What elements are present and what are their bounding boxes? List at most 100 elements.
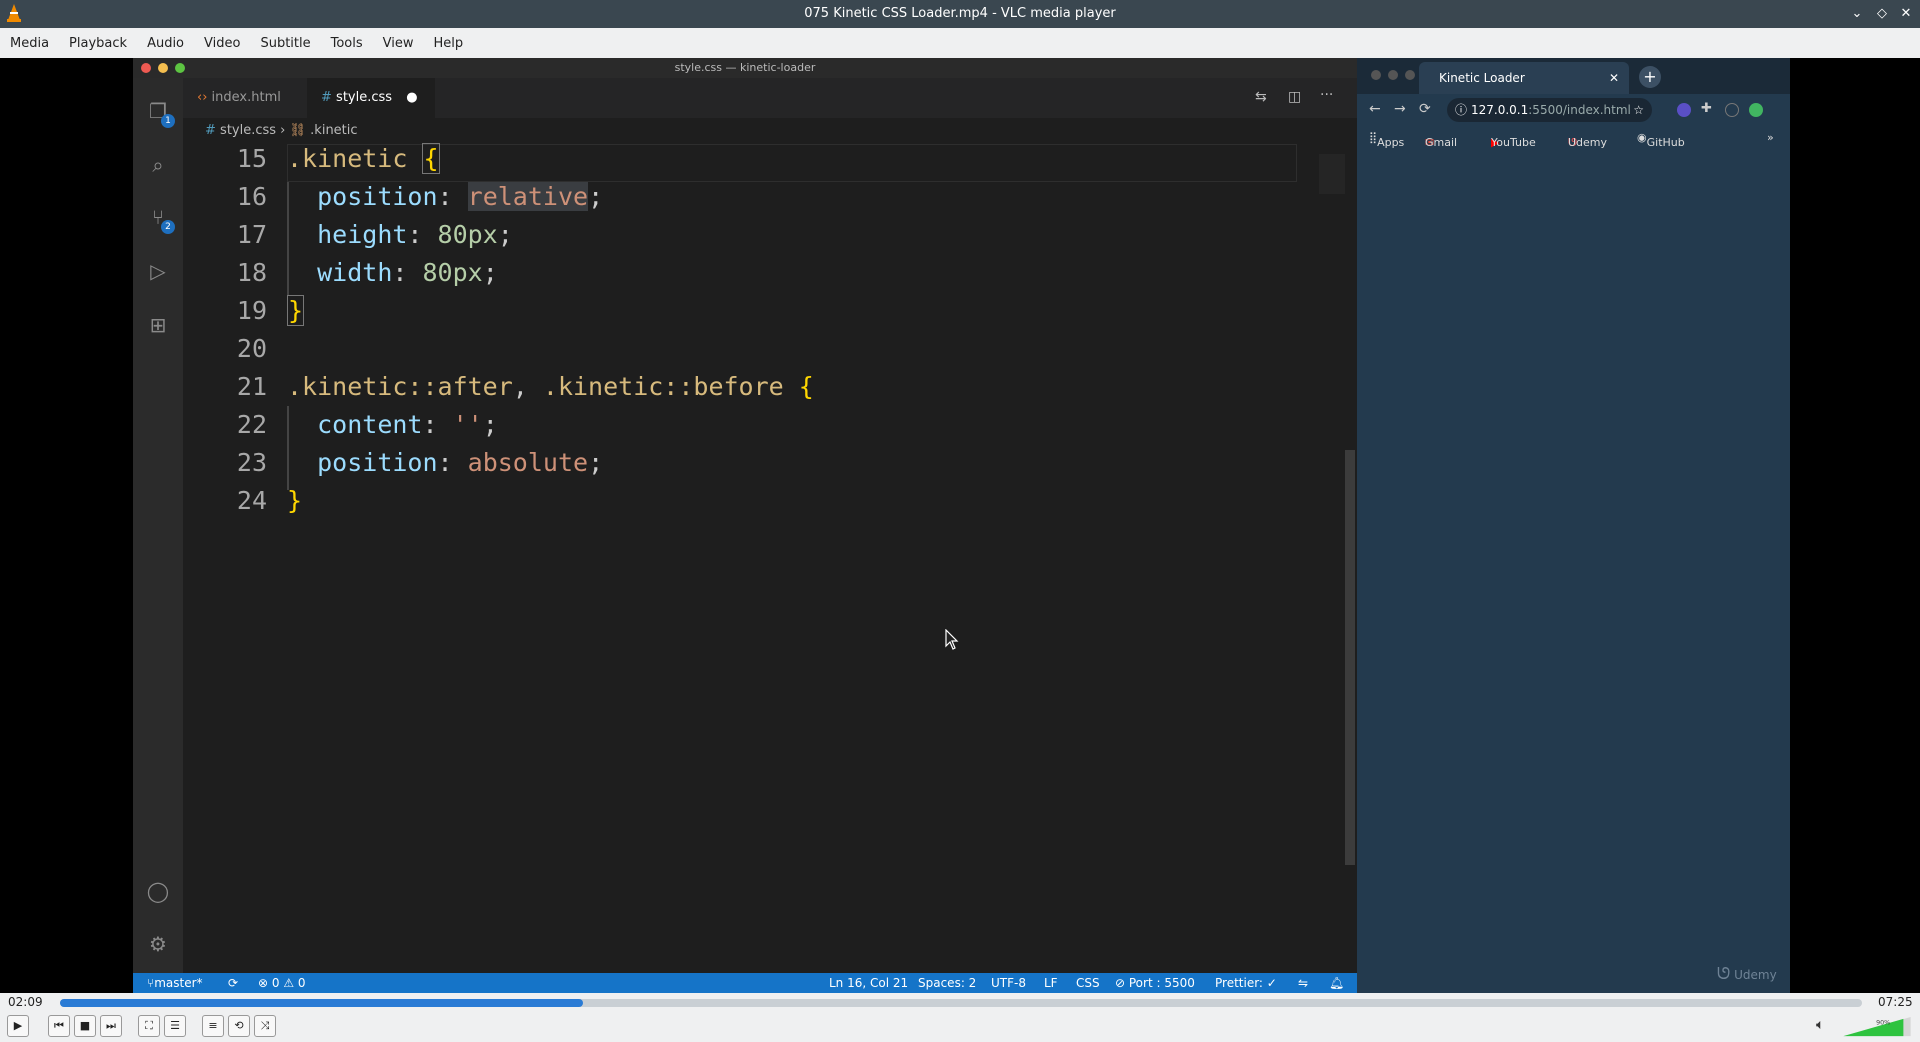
line-number: 24: [236, 486, 267, 515]
line-number: 19: [236, 296, 267, 325]
forward-icon: →: [1394, 101, 1406, 117]
minimize-button[interactable]: ⌄: [1847, 4, 1867, 24]
menu-tools[interactable]: Tools: [321, 36, 373, 51]
bookmark-star-icon: ☆: [1633, 103, 1644, 117]
mouse-cursor-icon: [945, 629, 959, 650]
elapsed-time: 02:09: [8, 995, 43, 1009]
prettier-status: Prettier: ✓: [1215, 976, 1277, 990]
playlist-button[interactable]: ≡: [202, 1015, 224, 1037]
breadcrumb: # style.css › ⛓ .kinetic: [183, 118, 1357, 144]
browser-tab: Kinetic Loader ✕: [1419, 62, 1629, 94]
tab-index-html: ‹› index.html: [197, 90, 281, 105]
code-line: .kinetic {: [287, 143, 440, 174]
line-number: 17: [236, 220, 267, 249]
language-mode: CSS: [1076, 976, 1100, 990]
udemy-watermark: ᘎ Udemy: [1717, 964, 1777, 983]
loop-button[interactable]: ⟲: [228, 1015, 250, 1037]
line-number: 23: [236, 448, 267, 477]
code-line: .kinetic::after, .kinetic::before {: [287, 372, 814, 401]
menu-video[interactable]: Video: [194, 36, 250, 51]
split-editor-icon: ◫: [1288, 89, 1302, 105]
stop-button[interactable]: ■: [74, 1015, 96, 1037]
window-titlebar: 075 Kinetic CSS Loader.mp4 - VLC media p…: [0, 0, 1920, 28]
editor-scrollbar: [1345, 450, 1355, 865]
profile-icon: [1725, 103, 1739, 117]
browser-window: Kinetic Loader ✕ + ← → ⟳ ⓘ 127.0.0.1:5500/…: [1357, 58, 1790, 993]
symbol-icon: ⛓: [289, 123, 307, 138]
shuffle-button[interactable]: ⤨: [254, 1015, 276, 1037]
playback-controls: ▶ ⏮ ■ ⏭ ⛶ ☰ ≡ ⟲ ⤨ 🔈︎ 90%: [0, 1013, 1920, 1042]
indentation: Spaces: 2: [918, 976, 977, 990]
volume-icon[interactable]: 🔈︎: [1816, 1017, 1824, 1033]
editor-tabs: ‹› index.html # style.css ● ⇆ ◫ ···: [183, 78, 1357, 118]
problems-count: ⊗ 0 ⚠ 0: [258, 976, 306, 990]
window-title: 075 Kinetic CSS Loader.mp4 - VLC media p…: [804, 6, 1116, 21]
play-button[interactable]: ▶: [7, 1015, 29, 1037]
more-actions-icon: ···: [1320, 87, 1334, 103]
menu-help[interactable]: Help: [424, 36, 474, 51]
status-bar: ⑂ master* ⟳ ⊗ 0 ⚠ 0 Ln 16, Col 21 Spaces…: [133, 973, 1357, 993]
run-debug-icon: ▷: [150, 259, 166, 283]
activity-bar: ❐ 1 ⌕ ⑂ 2 ▷ ⊞ ◯ ⚙: [133, 78, 183, 973]
extension-icon: [1677, 103, 1691, 117]
more-bookmarks-icon: »: [1767, 131, 1774, 144]
code-line: }: [287, 295, 305, 326]
maximize-button[interactable]: ◇: [1872, 4, 1892, 24]
menu-media[interactable]: Media: [0, 36, 59, 51]
mac-dot: [1371, 70, 1381, 80]
menu-playback[interactable]: Playback: [59, 36, 137, 51]
fullscreen-button[interactable]: ⛶: [138, 1015, 160, 1037]
status-dot-icon: [1749, 103, 1763, 117]
new-tab-icon: +: [1639, 66, 1661, 88]
live-share-icon: ⇋: [1298, 976, 1309, 990]
code-line: width: 80px;: [317, 258, 498, 287]
code-line: position: relative;: [317, 182, 604, 211]
line-number: 20: [236, 334, 267, 363]
encoding: UTF-8: [991, 976, 1026, 990]
puzzle-icon: ✚: [1701, 101, 1712, 116]
mac-dot: [1405, 70, 1415, 80]
seek-progress: [60, 999, 583, 1007]
mac-minimize-dot: [158, 63, 168, 73]
extensions-icon: ⊞: [149, 313, 167, 337]
previous-button[interactable]: ⏮: [48, 1015, 70, 1037]
bookmark-apps: ⣿ Apps: [1369, 131, 1405, 149]
close-button[interactable]: ✕: [1896, 4, 1916, 24]
sync-icon: ⟳: [228, 976, 239, 990]
line-number: 15: [236, 144, 267, 173]
tab-style-css: # style.css ●: [307, 78, 435, 118]
next-button[interactable]: ⏭: [100, 1015, 122, 1037]
address-bar: ⓘ 127.0.0.1:5500/index.html ☆: [1447, 98, 1652, 122]
unsaved-dot-icon: ●: [406, 90, 418, 105]
bookmark-github: ◉ GitHub: [1637, 131, 1685, 149]
minimap: [1319, 154, 1345, 194]
code-editor: 15 .kinetic { 16 position: relative; 17 …: [183, 143, 1357, 973]
mac-close-dot: [141, 63, 151, 73]
git-branch: ⑂ master*: [147, 976, 203, 990]
line-number: 18: [236, 258, 267, 287]
menu-audio[interactable]: Audio: [137, 36, 194, 51]
menu-view[interactable]: View: [373, 36, 424, 51]
menu-bar: Media Playback Audio Video Subtitle Tool…: [0, 28, 1920, 58]
extended-settings-button[interactable]: ☰: [164, 1015, 186, 1037]
line-number: 22: [236, 410, 267, 439]
tab-close-icon: ✕: [1608, 71, 1619, 85]
cursor-position: Ln 16, Col 21: [829, 976, 909, 990]
reload-icon: ⟳: [1419, 101, 1431, 117]
volume-slider[interactable]: 90%: [1840, 1017, 1914, 1037]
back-icon: ←: [1369, 101, 1381, 117]
browser-tabstrip: Kinetic Loader ✕ +: [1357, 58, 1790, 94]
settings-gear-icon: ⚙: [149, 932, 167, 956]
account-icon: ◯: [146, 879, 170, 903]
info-icon: ⓘ: [1455, 103, 1468, 117]
explorer-icon: ❐ 1: [145, 98, 175, 128]
menu-subtitle[interactable]: Subtitle: [250, 36, 320, 51]
volume-level: 90%: [1876, 1019, 1890, 1026]
search-icon: ⌕: [152, 153, 164, 177]
vscode-window: style.css — kinetic-loader ❐ 1 ⌕ ⑂ 2 ▷ ⊞ ◯…: [133, 58, 1357, 993]
mac-zoom-dot: [175, 63, 185, 73]
open-changes-icon: ⇆: [1255, 89, 1267, 105]
source-control-icon: ⑂ 2: [145, 204, 175, 234]
notifications-icon: 🔔︎: [1329, 976, 1345, 990]
live-server-port: ⊘ Port : 5500: [1115, 976, 1195, 990]
